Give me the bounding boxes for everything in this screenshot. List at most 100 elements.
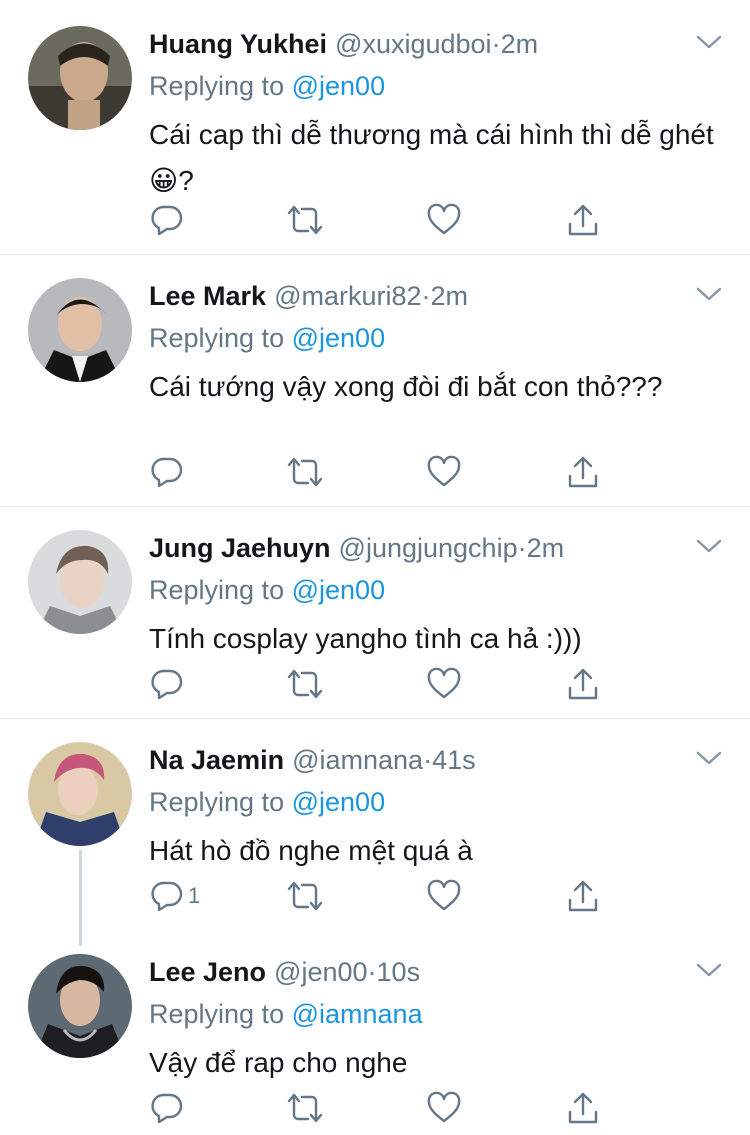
like-icon <box>426 667 462 701</box>
tweet[interactable]: Huang Yukhei @xuxigudboi·2m Replying to @… <box>0 12 750 252</box>
chevron-down-icon[interactable] <box>695 536 723 556</box>
action-bar <box>150 1088 610 1128</box>
chevron-down-icon[interactable] <box>695 32 723 52</box>
tweet-text: Tính cosplay yangho tình ca hả :))) <box>149 623 582 654</box>
retweet-button[interactable] <box>286 664 324 704</box>
retweet-icon <box>286 1091 324 1125</box>
reply-icon <box>150 879 184 913</box>
replying-to-label: Replying to <box>149 999 285 1029</box>
mention-link[interactable]: @jen00 <box>292 323 385 353</box>
mention-link[interactable]: @jen00 <box>292 575 385 605</box>
mention-link[interactable]: @jen00 <box>292 787 385 817</box>
share-button[interactable] <box>565 876 601 916</box>
share-icon <box>565 454 601 490</box>
replying-to: Replying to @jen00 <box>149 318 385 358</box>
tweet[interactable]: Jung Jaehuyn @jungjungchip·2m Replying to… <box>0 516 750 716</box>
separator-dot: · <box>367 957 377 987</box>
action-bar <box>150 200 610 240</box>
retweet-button[interactable] <box>286 452 324 492</box>
reply-button[interactable] <box>150 452 188 492</box>
like-button[interactable] <box>426 1088 462 1128</box>
user-handle[interactable]: @iamnana <box>292 745 423 775</box>
share-icon <box>565 878 601 914</box>
display-name[interactable]: Na Jaemin <box>149 745 284 775</box>
replying-to-label: Replying to <box>149 787 285 817</box>
separator-dot: · <box>421 281 431 311</box>
tweet[interactable]: Lee Mark @markuri82·2m Replying to @jen00… <box>0 264 750 504</box>
reply-button[interactable] <box>150 200 188 240</box>
like-icon <box>426 455 462 489</box>
action-bar <box>150 664 610 704</box>
timestamp[interactable]: 2m <box>501 29 539 59</box>
user-handle[interactable]: @jen00 <box>274 957 367 987</box>
like-button[interactable] <box>426 200 462 240</box>
separator-dot: · <box>423 745 433 775</box>
display-name[interactable]: Jung Jaehuyn <box>149 533 331 563</box>
reply-button[interactable] <box>150 1088 188 1128</box>
tweet-text: Cái cap thì dễ thương mà cái hình thì dễ… <box>149 119 714 196</box>
avatar[interactable] <box>28 742 132 846</box>
tweet-header: Na Jaemin @iamnana·41s <box>149 740 476 780</box>
share-button[interactable] <box>565 452 601 492</box>
chevron-down-icon[interactable] <box>695 748 723 768</box>
replying-to: Replying to @jen00 <box>149 570 385 610</box>
like-button[interactable] <box>426 452 462 492</box>
mention-link[interactable]: @iamnana <box>292 999 423 1029</box>
reply-button[interactable] <box>150 664 188 704</box>
retweet-icon <box>286 455 324 489</box>
reply-button[interactable]: 1 <box>150 876 200 916</box>
timestamp[interactable]: 41s <box>432 745 476 775</box>
like-icon <box>426 203 462 237</box>
retweet-button[interactable] <box>286 1088 324 1128</box>
share-button[interactable] <box>565 200 601 240</box>
tweet-text: Cái tướng vậy xong đòi đi bắt con thỏ??? <box>149 371 663 402</box>
share-icon <box>565 202 601 238</box>
retweet-button[interactable] <box>286 200 324 240</box>
tweet-text: Hát hò đồ nghe mệt quá à <box>149 835 473 866</box>
replying-to: Replying to @iamnana <box>149 994 423 1034</box>
chevron-down-icon[interactable] <box>695 284 723 304</box>
retweet-icon <box>286 203 324 237</box>
tweet[interactable]: Na Jaemin @iamnana·41s Replying to @jen00… <box>0 728 750 938</box>
chevron-down-icon[interactable] <box>695 960 723 980</box>
mention-link[interactable]: @jen00 <box>292 71 385 101</box>
avatar[interactable] <box>28 26 132 130</box>
user-handle[interactable]: @xuxigudboi <box>335 29 492 59</box>
avatar[interactable] <box>28 530 132 634</box>
retweet-icon <box>286 879 324 913</box>
display-name[interactable]: Huang Yukhei <box>149 29 327 59</box>
avatar[interactable] <box>28 954 132 1058</box>
retweet-button[interactable] <box>286 876 324 916</box>
share-button[interactable] <box>565 664 601 704</box>
tweet[interactable]: Lee Jeno @jen00·10s Replying to @iamnana … <box>0 940 750 1135</box>
divider <box>0 506 750 507</box>
user-handle[interactable]: @markuri82 <box>274 281 421 311</box>
share-icon <box>565 1090 601 1126</box>
display-name[interactable]: Lee Jeno <box>149 957 266 987</box>
tweet-header: Lee Jeno @jen00·10s <box>149 952 420 992</box>
replying-to: Replying to @jen00 <box>149 66 385 106</box>
tweet-header: Lee Mark @markuri82·2m <box>149 276 468 316</box>
share-icon <box>565 666 601 702</box>
user-handle[interactable]: @jungjungchip <box>339 533 518 563</box>
replying-to-label: Replying to <box>149 575 285 605</box>
timestamp[interactable]: 10s <box>377 957 421 987</box>
timestamp[interactable]: 2m <box>431 281 469 311</box>
avatar[interactable] <box>28 278 132 382</box>
separator-dot: · <box>517 533 527 563</box>
separator-dot: · <box>491 29 501 59</box>
timestamp[interactable]: 2m <box>527 533 565 563</box>
divider <box>0 718 750 719</box>
replying-to: Replying to @jen00 <box>149 782 385 822</box>
action-bar <box>150 452 610 492</box>
share-button[interactable] <box>565 1088 601 1128</box>
reply-icon <box>150 203 184 237</box>
reply-count: 1 <box>188 883 201 908</box>
like-button[interactable] <box>426 876 462 916</box>
replying-to-label: Replying to <box>149 323 285 353</box>
like-button[interactable] <box>426 664 462 704</box>
tweet-header: Huang Yukhei @xuxigudboi·2m <box>149 24 538 64</box>
display-name[interactable]: Lee Mark <box>149 281 266 311</box>
retweet-icon <box>286 667 324 701</box>
tweet-header: Jung Jaehuyn @jungjungchip·2m <box>149 528 564 568</box>
